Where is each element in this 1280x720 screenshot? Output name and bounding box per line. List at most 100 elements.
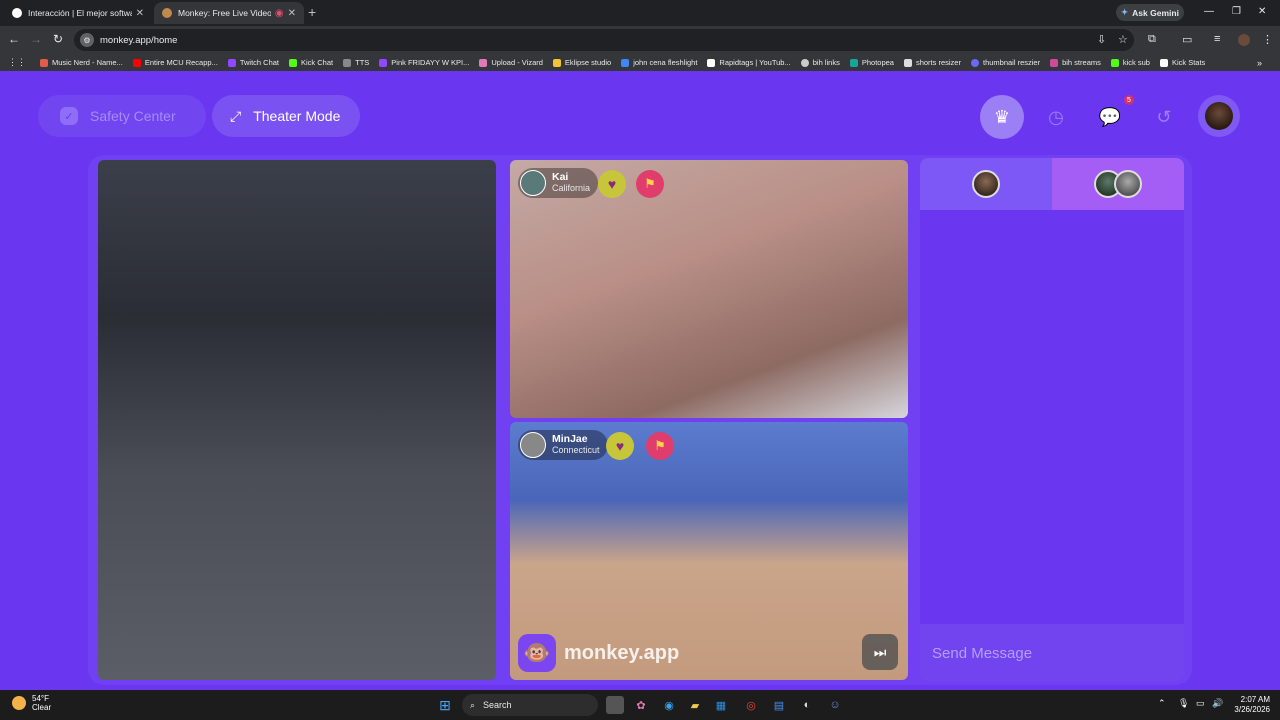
file-explorer-icon[interactable]: ▰: [686, 696, 704, 714]
profile-icon[interactable]: [1238, 34, 1250, 46]
peer-video-minjae[interactable]: MinJae Connecticut ♥ ⚑ 🐵 monkey.app ⏭: [510, 422, 908, 680]
bookmark-icon: [1050, 58, 1059, 67]
address-bar[interactable]: ⚙ monkey.app/home: [74, 29, 1134, 51]
site-info-icon[interactable]: ⚙: [80, 33, 94, 47]
obs-icon[interactable]: ◐: [798, 696, 816, 714]
bookmark[interactable]: bih streams: [1050, 58, 1101, 67]
monkey-app-page: ✓ Safety Center ⤢ Theater Mode ♛ ◷ 💬 5 ↺…: [0, 71, 1280, 690]
new-tab-button[interactable]: +: [308, 4, 316, 20]
rapidtags-icon: [707, 58, 716, 67]
bookmark[interactable]: john cena fleshlight: [621, 58, 697, 67]
apps-icon[interactable]: ⋮⋮: [8, 57, 26, 68]
close-icon[interactable]: ✕: [136, 8, 144, 19]
windows-start-icon[interactable]: ⊞: [436, 696, 454, 714]
star-icon[interactable]: ☆: [1118, 33, 1128, 46]
theater-mode-button[interactable]: ⤢ Theater Mode: [212, 95, 360, 137]
close-icon[interactable]: ✕: [288, 8, 296, 19]
youtube-icon: [132, 58, 141, 67]
bookmark[interactable]: kick sub: [1110, 58, 1150, 67]
safety-center-button[interactable]: ✓ Safety Center: [38, 95, 206, 137]
user-location: California: [552, 183, 591, 193]
sidebar-icon[interactable]: ▭: [1182, 33, 1192, 46]
ask-gemini-button[interactable]: ✦ Ask Gemini: [1116, 4, 1184, 21]
monkey-watermark: 🐵 monkey.app: [518, 634, 679, 672]
window-close-button[interactable]: ✕: [1258, 6, 1266, 17]
bookmark-label: Pink FRIDAYY W KPI...: [391, 58, 470, 67]
tab-group-chat[interactable]: [1052, 158, 1184, 210]
bookmark[interactable]: shorts resizer: [903, 58, 961, 67]
url-text: monkey.app/home: [100, 34, 178, 46]
safety-center-label: Safety Center: [90, 108, 176, 124]
bookmark[interactable]: Pink FRIDAYY W KPI...: [379, 58, 469, 67]
copilot-icon[interactable]: ✿: [632, 696, 650, 714]
rewind-button[interactable]: ↺: [1142, 95, 1186, 139]
chrome-icon[interactable]: ◎: [742, 696, 760, 714]
report-icon[interactable]: ⚑: [646, 432, 674, 460]
bookmark-label: Kick Chat: [301, 58, 334, 67]
back-button[interactable]: ←: [8, 32, 20, 46]
forward-button[interactable]: →: [30, 32, 42, 46]
user-tag[interactable]: Kai California: [518, 168, 599, 198]
crown-button[interactable]: ♛: [980, 95, 1024, 139]
avatar: [520, 170, 546, 196]
tray-overflow-icon[interactable]: ⌃: [1158, 698, 1166, 709]
extensions-icon[interactable]: ⧉: [1148, 33, 1156, 46]
bookmark-label: thumbnail reszier: [982, 58, 1041, 67]
report-icon[interactable]: ⚑: [636, 170, 664, 198]
bookmark-label: Upload - Vizard: [491, 58, 543, 67]
bookmark[interactable]: Music Nerd - Name...: [40, 58, 123, 67]
menu-icon[interactable]: ⋮: [1262, 33, 1273, 46]
bookmark[interactable]: bih links: [800, 58, 840, 67]
maximize-button[interactable]: ❐: [1232, 6, 1241, 17]
bookmark[interactable]: Photopea: [849, 58, 894, 67]
microphone-icon[interactable]: 🎙: [1178, 698, 1189, 709]
tts-icon: [343, 58, 352, 67]
skip-button[interactable]: ⏭: [862, 634, 898, 670]
bookmark[interactable]: TTS: [343, 58, 369, 67]
bookmark[interactable]: Rapidtags | YouTub...: [707, 58, 791, 67]
send-message-input[interactable]: Send Message: [920, 624, 1184, 682]
volume-icon[interactable]: 🔊: [1212, 698, 1223, 709]
bookmark-label: Kick Stats: [1171, 58, 1206, 67]
clock[interactable]: 2:07 AM 3/26/2026: [1232, 695, 1270, 715]
grid-icon: [1159, 58, 1168, 67]
taskbar-search[interactable]: ⌕ Search: [462, 694, 598, 716]
bookmark[interactable]: Kick Chat: [289, 58, 333, 67]
network-icon[interactable]: ▭: [1196, 698, 1205, 709]
monkey-logo-icon: 🐵: [518, 634, 556, 672]
bookmark[interactable]: Upload - Vizard: [479, 58, 543, 67]
edge-icon[interactable]: ◉: [660, 696, 678, 714]
tab-interaccion[interactable]: Interacción | El mejor software ✕: [4, 2, 152, 24]
search-label: Search: [483, 700, 512, 710]
tab-self-chat[interactable]: [920, 158, 1052, 210]
bookmark[interactable]: thumbnail reszier: [970, 58, 1041, 67]
notepad-icon[interactable]: ▤: [770, 696, 788, 714]
minimize-button[interactable]: —: [1204, 6, 1214, 17]
bookmark[interactable]: Kick Stats: [1159, 58, 1206, 67]
discord-icon[interactable]: ☺: [826, 696, 844, 714]
history-button[interactable]: ◷: [1034, 95, 1078, 139]
reload-button[interactable]: ↻: [53, 32, 63, 46]
bookmark[interactable]: Entire MCU Recapp...: [132, 58, 218, 67]
heart-icon[interactable]: ♥: [606, 432, 634, 460]
peer-video-kai[interactable]: Kai California ♥ ⚑: [510, 160, 908, 418]
bookmark-label: bih links: [812, 58, 840, 67]
task-view-icon[interactable]: [606, 696, 624, 714]
store-icon[interactable]: ▦: [712, 696, 730, 714]
bookmark-icon: [621, 58, 630, 67]
install-icon[interactable]: ⇩: [1097, 33, 1106, 46]
more-bookmarks-icon[interactable]: »: [1257, 58, 1262, 68]
tab-monkey[interactable]: Monkey: Free Live Video Ch ◉ ✕: [154, 2, 304, 24]
weather-icon: [12, 696, 26, 710]
bookmark-icon: [970, 58, 979, 67]
search-icon: ⌕: [470, 699, 476, 710]
weather-widget[interactable]: 54°F Clear: [12, 694, 51, 712]
bookmark[interactable]: Twitch Chat: [227, 58, 279, 67]
media-icon[interactable]: ≡: [1214, 33, 1220, 45]
tab-title: Monkey: Free Live Video Ch: [178, 8, 271, 18]
user-tag[interactable]: MinJae Connecticut: [518, 430, 608, 460]
bookmark[interactable]: Eklipse studio: [552, 58, 611, 67]
profile-button[interactable]: [1198, 95, 1240, 137]
heart-icon[interactable]: ♥: [598, 170, 626, 198]
toolbar: ← → ↻ ⚙ monkey.app/home ⇩ ☆ ⧉ ▭ ≡ ⋮: [0, 26, 1280, 54]
